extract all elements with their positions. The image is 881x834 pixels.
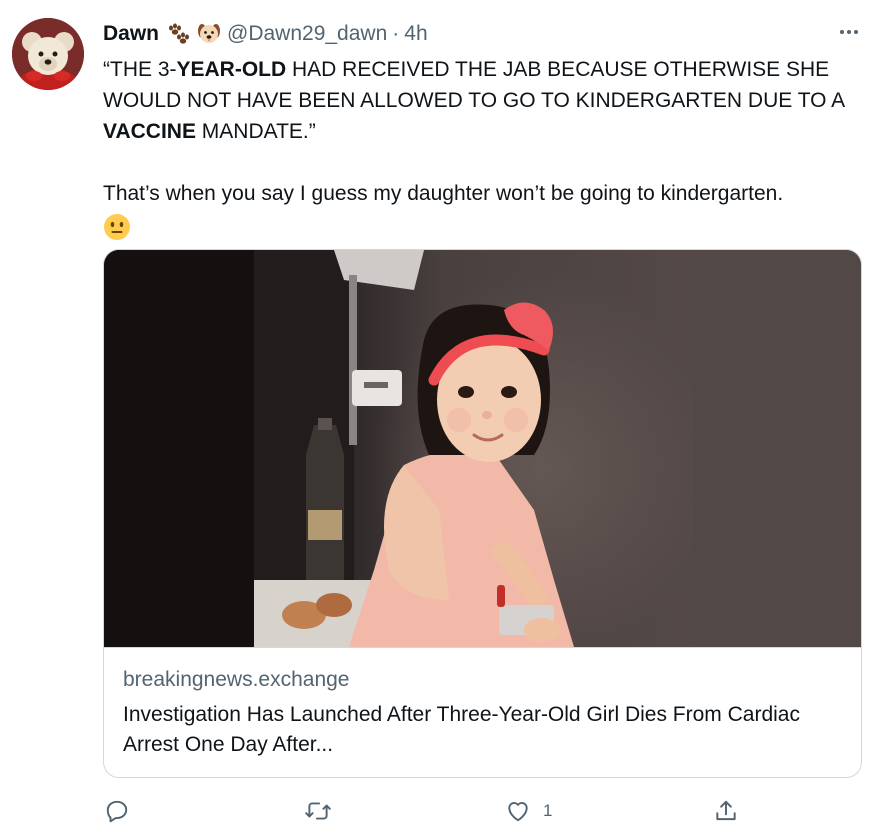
like-count: 1 [543, 801, 553, 820]
share-button[interactable] [713, 796, 739, 826]
girl-photo-image [104, 250, 861, 647]
reply-icon [106, 800, 128, 823]
neutral-face-emoji-icon [103, 213, 131, 250]
separator-dot: · [392, 22, 400, 45]
reply-button[interactable] [104, 796, 130, 826]
quote-segment: MANDATE.” [195, 120, 316, 143]
author-handle[interactable]: @Dawn29_dawn [227, 22, 387, 46]
more-dot [847, 30, 851, 34]
paw-prints-emoji-icon [165, 23, 191, 45]
retweet-button[interactable] [304, 796, 332, 826]
tweet: Dawn @Dawn29_dawn · 4h “THE 3-YEAR-OLD H… [0, 0, 881, 834]
card-meta[interactable]: breakingnews.exchange Investigation Has … [104, 647, 861, 777]
quote-segment-bold: YEAR-OLD [176, 58, 287, 81]
quote-segment: “THE 3- [103, 58, 177, 81]
quote-segment-bold: VACCINE [103, 120, 196, 143]
avatar[interactable] [12, 18, 84, 90]
tweet-timestamp[interactable]: 4h [404, 22, 427, 46]
heart-icon [508, 802, 528, 822]
teddy-bear-avatar-icon [12, 18, 84, 90]
share-icon [716, 800, 736, 821]
card-domain: breakingnews.exchange [123, 668, 350, 691]
card-title: Investigation Has Launched After Three-Y… [123, 703, 800, 756]
dog-face-emoji-icon [197, 22, 221, 46]
tweet-header: Dawn @Dawn29_dawn · 4h [103, 20, 428, 48]
tweet-comment: That’s when you say I guess my daughter … [103, 182, 784, 205]
retweet-icon [305, 802, 331, 820]
author-name[interactable]: Dawn [103, 22, 159, 46]
tweet-text: “THE 3-YEAR-OLD HAD RECEIVED THE JAB BEC… [103, 54, 863, 250]
more-options-icon[interactable] [834, 20, 864, 44]
like-button[interactable]: 1 [505, 796, 552, 826]
tweet-actions: 1 [0, 790, 881, 830]
card-image[interactable] [104, 250, 861, 647]
tweet-quote: “THE 3-YEAR-OLD HAD RECEIVED THE JAB BEC… [103, 54, 863, 147]
link-card[interactable]: breakingnews.exchange Investigation Has … [103, 249, 862, 778]
more-dot [854, 30, 858, 34]
more-dot [840, 30, 844, 34]
